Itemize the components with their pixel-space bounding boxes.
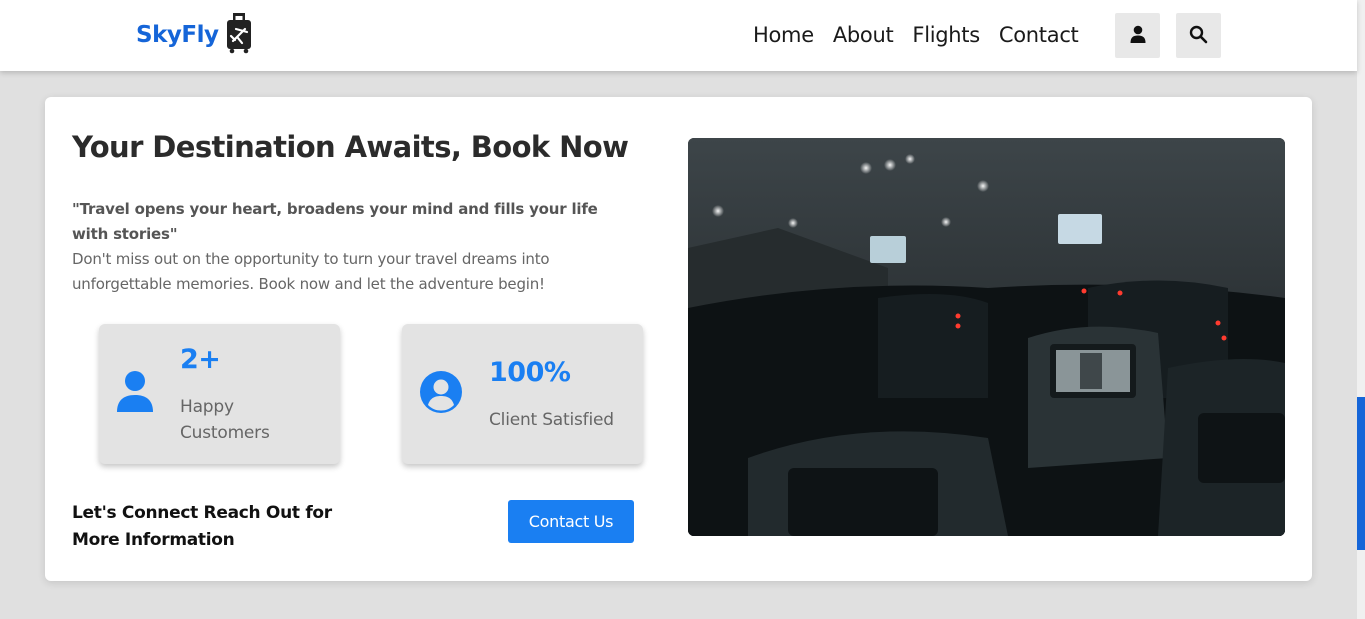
stat-label: Happy Customers (180, 397, 270, 443)
airplane-cabin-photo (688, 138, 1285, 536)
user-button[interactable] (1115, 13, 1160, 58)
travel-quote: "Travel opens your heart, broadens your … (72, 200, 598, 243)
stat-card-satisfaction: 100% Client Satisfied (402, 324, 643, 464)
brand-name: SkyFly (136, 22, 219, 48)
luggage-airplane-icon (224, 12, 254, 58)
user-circle-icon (419, 370, 463, 418)
stat-value: 2+ (180, 344, 221, 375)
search-button[interactable] (1176, 13, 1221, 58)
scrollbar-thumb[interactable] (1357, 397, 1365, 550)
brand-logo[interactable]: SkyFly (136, 12, 254, 58)
nav-contact[interactable]: Contact (999, 20, 1079, 50)
hero-description: Don't miss out on the opportunity to tur… (72, 250, 550, 293)
connect-text: Let's Connect Reach Out for More Informa… (72, 503, 332, 550)
navbar: SkyFly Home About Flights Contact (0, 0, 1357, 71)
nav-links: Home About Flights Contact (753, 20, 1079, 50)
person-icon (115, 370, 155, 418)
stat-label: Client Satisfied (489, 410, 614, 430)
stat-card-customers: 2+ Happy Customers (99, 324, 340, 464)
stat-value: 100% (489, 357, 571, 388)
nav-flights[interactable]: Flights (912, 20, 980, 50)
nav-home[interactable]: Home (753, 20, 814, 50)
nav-about[interactable]: About (833, 20, 894, 50)
page-title: Your Destination Awaits, Book Now (72, 130, 629, 164)
hero-card: Your Destination Awaits, Book Now "Trave… (45, 97, 1312, 581)
search-icon (1189, 25, 1208, 47)
contact-us-button[interactable]: Contact Us (508, 500, 634, 543)
user-icon (1130, 25, 1146, 46)
